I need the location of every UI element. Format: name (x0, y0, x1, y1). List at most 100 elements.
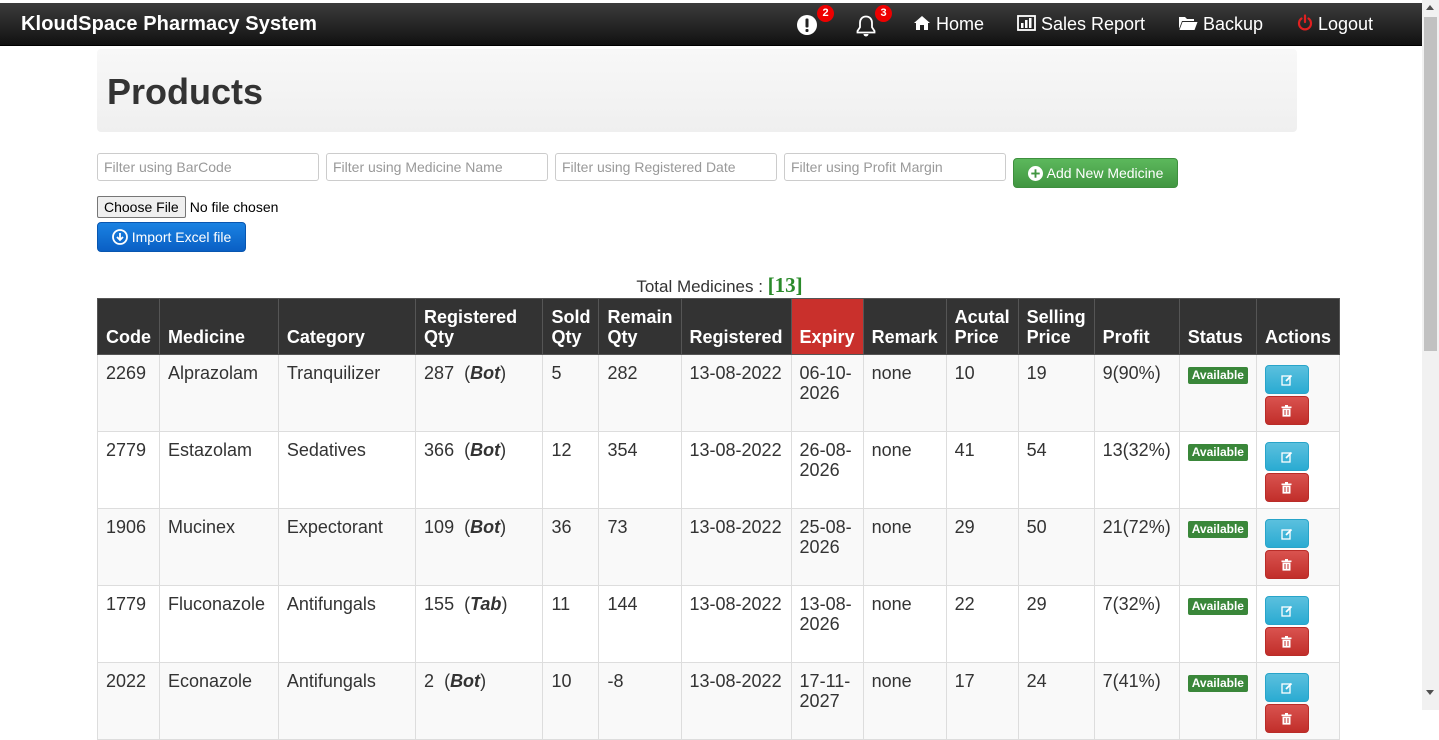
col-header-status[interactable]: Status (1178, 298, 1257, 355)
cell-sold-qty: 12 (542, 431, 600, 509)
scroll-thumb[interactable] (1424, 17, 1437, 351)
nav-sales-report-link[interactable]: Sales Report (1017, 14, 1145, 35)
scroll-up-arrow-icon[interactable] (1426, 5, 1434, 10)
status-badge: Available (1187, 675, 1248, 692)
plus-circle-icon (1027, 165, 1043, 181)
col-header-registered[interactable]: Registered (680, 298, 792, 355)
alerts-button[interactable]: 2 (796, 5, 834, 37)
scroll-down-arrow-icon[interactable] (1426, 690, 1434, 695)
col-header-sold-qty[interactable]: Sold Qty (542, 298, 600, 355)
power-icon (1297, 14, 1313, 31)
edit-button[interactable] (1264, 442, 1309, 471)
edit-button[interactable] (1264, 673, 1309, 702)
cell-actual-price: 17 (945, 662, 1019, 740)
cell-actual-price: 10 (945, 354, 1019, 432)
cell-registered-date: 13-08-2022 (680, 354, 792, 432)
edit-button[interactable] (1264, 519, 1309, 548)
reg-qty-value: 109 (424, 517, 455, 537)
cell-registered-qty: 366 (Bot) (415, 431, 544, 509)
trash-icon (1281, 635, 1292, 648)
cell-category: Sedatives (277, 431, 417, 509)
delete-button[interactable] (1264, 550, 1309, 579)
profit-margin-filter-input[interactable] (784, 153, 1006, 181)
cell-registered-qty: 2 (Bot) (415, 662, 544, 740)
col-header-category[interactable]: Category (277, 298, 417, 355)
alerts-badge: 2 (817, 5, 834, 22)
notifications-button[interactable]: 3 (854, 5, 892, 37)
page-title: Products (107, 71, 264, 112)
cell-category: Antifungals (277, 662, 417, 740)
nav-backup-link[interactable]: Backup (1178, 14, 1263, 35)
choose-file-button[interactable]: Choose File (97, 196, 186, 218)
app-brand[interactable]: KloudSpace Pharmacy System (21, 13, 317, 36)
cell-status: Available (1178, 585, 1257, 663)
total-medicines-label: Total Medicines : (636, 277, 763, 296)
medicine-name-filter-input[interactable] (326, 153, 548, 181)
col-header-remain-qty[interactable]: Remain Qty (598, 298, 682, 355)
barcode-filter-input[interactable] (97, 153, 319, 181)
cell-registered-date: 13-08-2022 (680, 431, 792, 509)
unit-label: Bot (470, 363, 501, 383)
nav-logout-link[interactable]: Logout (1297, 14, 1373, 35)
edit-button[interactable] (1264, 365, 1309, 394)
status-badge: Available (1187, 521, 1248, 538)
cell-actual-price: 29 (945, 508, 1019, 586)
delete-button[interactable] (1264, 704, 1309, 733)
cell-profit: 7(41%) (1093, 662, 1180, 740)
cell-sold-qty: 11 (542, 585, 600, 663)
reg-qty-value: 366 (424, 440, 455, 460)
cell-expiry: 26-08- 2026 (790, 431, 864, 509)
cell-status: Available (1178, 508, 1257, 586)
col-header-selling-price[interactable]: Selling Price (1017, 298, 1095, 355)
nav-home-label: Home (936, 14, 985, 34)
edit-button[interactable] (1264, 596, 1309, 625)
page-scrollbar[interactable] (1422, 0, 1439, 710)
reg-qty-value: 287 (424, 363, 455, 383)
products-table: Code Medicine Category Registered Qty Sol… (97, 298, 1341, 740)
cell-remain-qty: -8 (598, 662, 682, 740)
table-row: 1906 Mucinex Expectorant 109 (Bot) 36 73 13-08… (97, 508, 1341, 586)
edit-icon (1281, 682, 1293, 694)
col-header-remark[interactable]: Remark (862, 298, 947, 355)
reg-qty-value: 2 (424, 671, 435, 691)
cell-registered-qty: 155 (Tab) (415, 585, 544, 663)
delete-button[interactable] (1264, 627, 1309, 656)
cell-remark: none (862, 585, 947, 663)
status-badge: Available (1187, 444, 1248, 461)
nav-sales-report-label: Sales Report (1041, 14, 1146, 34)
cell-medicine: Alprazolam (159, 354, 279, 432)
cell-remark: none (862, 508, 947, 586)
col-header-actual-price[interactable]: Acutal Price (945, 298, 1019, 355)
col-header-medicine[interactable]: Medicine (159, 298, 279, 355)
col-header-registered-qty[interactable]: Registered Qty (415, 298, 544, 355)
cell-actual-price: 22 (945, 585, 1019, 663)
cell-code: 2022 (97, 662, 160, 740)
page-header: Products (97, 49, 1297, 132)
cell-registered-date: 13-08-2022 (680, 662, 792, 740)
col-header-code[interactable]: Code (97, 298, 160, 355)
unit-label: Bot (470, 440, 501, 460)
col-header-profit[interactable]: Profit (1093, 298, 1180, 355)
trash-icon (1281, 404, 1292, 417)
edit-icon (1281, 605, 1293, 617)
add-new-medicine-button[interactable]: Add New Medicine (1013, 158, 1178, 188)
edit-icon (1281, 451, 1293, 463)
delete-button[interactable] (1264, 396, 1309, 425)
total-medicines-count: [13] (767, 273, 803, 297)
delete-button[interactable] (1264, 473, 1309, 502)
registered-date-filter-input[interactable] (555, 153, 777, 181)
trash-icon (1281, 712, 1292, 725)
table-row: 2022 Econazole Antifungals 2 (Bot) 10 -8 13-08… (97, 662, 1341, 740)
cell-code: 1906 (97, 508, 160, 586)
import-excel-button[interactable]: Import Excel file (97, 222, 246, 252)
cell-remark: none (862, 662, 947, 740)
cell-medicine: Econazole (159, 662, 279, 740)
table-row: 2779 Estazolam Sedatives 366 (Bot) 12 354 13-0… (97, 431, 1341, 509)
bell-icon (856, 15, 876, 37)
col-header-expiry[interactable]: Expiry (790, 298, 864, 355)
download-circle-icon (111, 229, 128, 245)
cell-registered-qty: 287 (Bot) (415, 354, 544, 432)
trash-icon (1281, 481, 1292, 494)
nav-home-link[interactable]: Home (913, 14, 984, 35)
cell-selling-price: 50 (1017, 508, 1095, 586)
